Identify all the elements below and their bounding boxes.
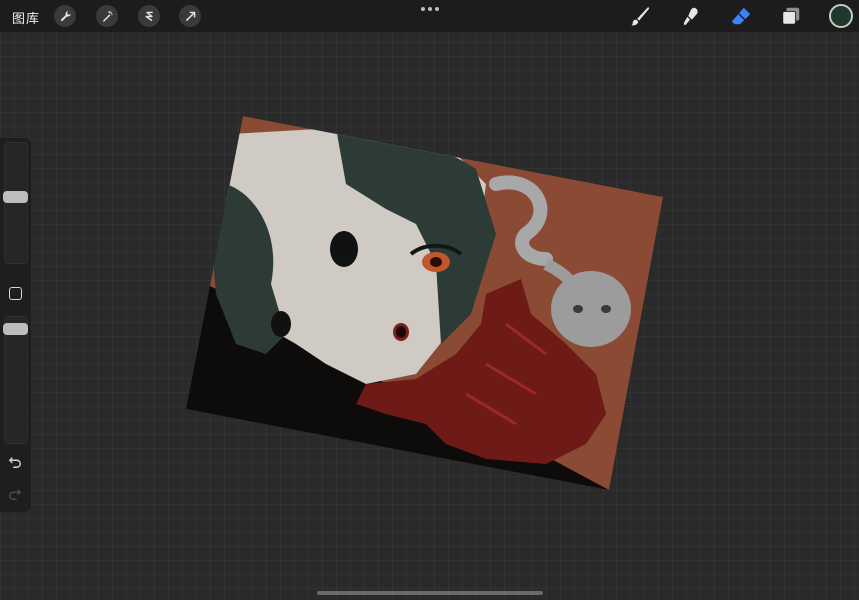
layers-button[interactable] [779, 4, 803, 28]
sidebar [0, 138, 31, 512]
brush-size-slider[interactable] [3, 142, 28, 264]
opacity-slider[interactable] [3, 316, 28, 444]
selection-icon [145, 11, 153, 21]
layers-icon [782, 7, 800, 25]
eraser-button[interactable] [729, 4, 753, 28]
undo-button[interactable] [7, 454, 23, 470]
more-options-button[interactable] [421, 5, 439, 13]
home-indicator[interactable] [317, 591, 543, 595]
selection-button[interactable] [138, 5, 160, 27]
smudge-button[interactable] [679, 4, 703, 28]
adjustments-button[interactable] [96, 5, 118, 27]
redo-button[interactable] [7, 486, 23, 502]
dot-icon [435, 7, 439, 11]
brush-icon [630, 6, 650, 26]
transform-button[interactable] [179, 5, 201, 27]
dot-icon [428, 7, 432, 11]
brush-size-thumb[interactable] [3, 191, 28, 203]
magic-wand-icon [102, 10, 113, 22]
opacity-thumb[interactable] [3, 323, 28, 335]
redo-icon [9, 489, 22, 500]
wrench-icon [60, 10, 71, 21]
modify-button[interactable] [9, 287, 22, 300]
dot-icon [421, 7, 425, 11]
smudge-icon [683, 7, 698, 26]
undo-icon [8, 457, 21, 468]
top-toolbar: 图库 [0, 0, 859, 32]
gallery-button[interactable]: 图库 [12, 8, 40, 27]
eraser-icon [731, 7, 751, 25]
actions-button[interactable] [54, 5, 76, 27]
transform-arrow-icon [185, 11, 195, 21]
color-picker-button[interactable] [829, 4, 853, 28]
brush-button[interactable] [628, 4, 652, 28]
canvas-artwork[interactable] [186, 114, 663, 490]
